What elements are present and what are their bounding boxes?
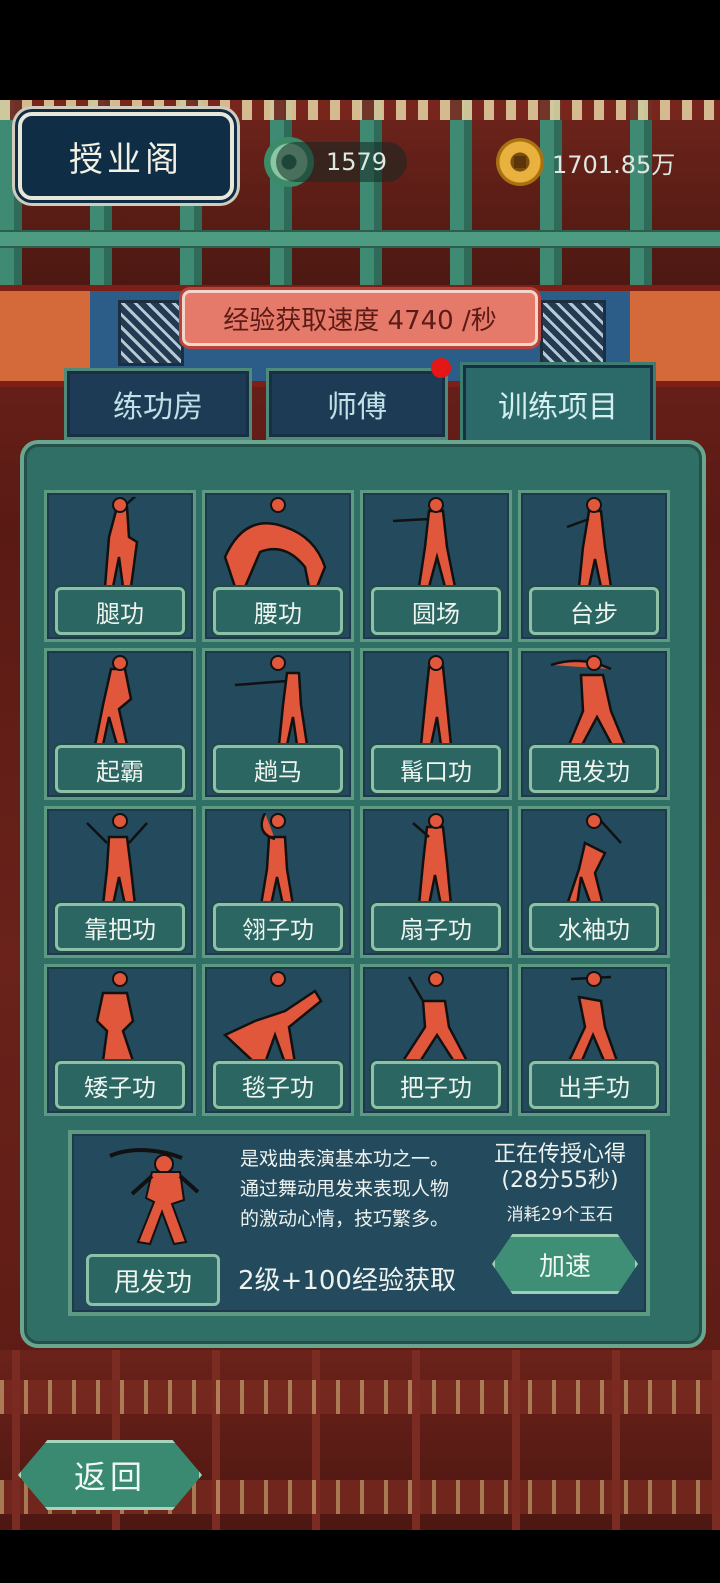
skill-card[interactable]: 趟马 xyxy=(202,648,354,800)
skill-label: 靠把功 xyxy=(55,903,185,951)
skill-card[interactable]: 甩发功 xyxy=(518,648,670,800)
skill-card[interactable]: 起霸 xyxy=(44,648,196,800)
skill-card[interactable]: 腰功 xyxy=(202,490,354,642)
skill-label: 腿功 xyxy=(55,587,185,635)
teaching-status: 正在传授心得 (28分55秒) xyxy=(480,1142,640,1194)
description-line: 是戏曲表演基本功之一。 xyxy=(240,1148,450,1170)
skill-card[interactable]: 圆场 xyxy=(360,490,512,642)
tab-master[interactable]: 师傅 xyxy=(266,368,448,440)
exp-rate-plaque: 经验获取速度 4740 /秒 xyxy=(182,290,538,346)
skill-label: 髯口功 xyxy=(371,745,501,793)
speed-up-cost: 消耗29个玉石 xyxy=(506,1205,614,1225)
detail-skill-name: 甩发功 xyxy=(86,1254,220,1306)
skill-label: 扇子功 xyxy=(371,903,501,951)
flag-armor-figure-icon xyxy=(86,813,148,907)
skill-label: 水袖功 xyxy=(529,903,659,951)
coin-icon xyxy=(496,138,544,186)
fan-figure-icon xyxy=(412,813,453,907)
teaching-timer: (28分55秒) xyxy=(501,1168,619,1193)
hair-swing-figure-icon xyxy=(109,1148,200,1246)
tab-training-room[interactable]: 练功房 xyxy=(64,368,252,440)
lattice-row xyxy=(0,1380,720,1414)
hair-swing-figure-icon xyxy=(550,655,627,749)
skill-label: 趟马 xyxy=(213,745,343,793)
water-sleeve-figure-icon xyxy=(565,813,622,907)
skill-card[interactable]: 台步 xyxy=(518,490,670,642)
coin-resource: 1701.85万 xyxy=(496,138,675,186)
skill-label: 台步 xyxy=(529,587,659,635)
skill-description: 是戏曲表演基本功之一。 通过舞动甩发来表现人物 的激动心情，技巧繁多。 xyxy=(240,1144,480,1234)
skill-label: 腰功 xyxy=(213,587,343,635)
skill-label: 圆场 xyxy=(371,587,501,635)
circle-walk-figure-icon xyxy=(392,497,457,589)
skill-detail: 甩发功 是戏曲表演基本功之一。 通过舞动甩发来表现人物 的激动心情，技巧繁多。 … xyxy=(68,1130,650,1316)
skill-label: 甩发功 xyxy=(529,745,659,793)
lattice-ornament-icon xyxy=(118,300,184,366)
spear-throw-figure-icon xyxy=(567,971,619,1065)
horse-whip-figure-icon xyxy=(234,655,309,747)
skill-label: 把子功 xyxy=(371,1061,501,1109)
beard-figure-icon xyxy=(419,655,453,747)
tumbling-figure-icon xyxy=(222,971,323,1065)
skill-label: 矮子功 xyxy=(55,1061,185,1109)
skill-card[interactable]: 髯口功 xyxy=(360,648,512,800)
skill-card[interactable]: 水袖功 xyxy=(518,806,670,958)
back-bend-figure-icon xyxy=(223,497,327,589)
description-line: 的激动心情，技巧繁多。 xyxy=(240,1208,450,1230)
skill-card[interactable]: 把子功 xyxy=(360,964,512,1116)
skill-card[interactable]: 扇子功 xyxy=(360,806,512,958)
jade-count: 1579 xyxy=(276,142,408,182)
skill-label: 毯子功 xyxy=(213,1061,343,1109)
coin-count: 1701.85万 xyxy=(552,150,676,179)
skill-label: 起霸 xyxy=(55,745,185,793)
skill-card[interactable]: 腿功 xyxy=(44,490,196,642)
pheasant-feather-figure-icon xyxy=(259,813,295,907)
speed-up-button[interactable]: 加速 xyxy=(492,1234,638,1294)
weapon-stance-figure-icon xyxy=(400,971,469,1065)
leg-kick-figure-icon xyxy=(103,497,139,589)
level-exp-bonus: 2级+100经验获取 xyxy=(238,1266,456,1296)
skill-card[interactable]: 毯子功 xyxy=(202,964,354,1116)
skill-card[interactable]: 靠把功 xyxy=(44,806,196,958)
back-button[interactable]: 返回 xyxy=(18,1440,202,1510)
skill-card[interactable]: 翎子功 xyxy=(202,806,354,958)
lattice-ornament-icon xyxy=(540,300,606,366)
stage-step-figure-icon xyxy=(566,497,613,589)
skill-card[interactable]: 出手功 xyxy=(518,964,670,1116)
balcony-rail xyxy=(0,230,720,248)
teaching-status-text: 正在传授心得 xyxy=(493,1142,626,1167)
squat-figure-icon xyxy=(95,971,135,1063)
qiba-figure-icon xyxy=(93,655,133,747)
page-title: 授业阁 xyxy=(18,112,234,200)
skill-label: 出手功 xyxy=(529,1061,659,1109)
game-scene: 授业阁 1579 1701.85万 经验获取速度 4740 /秒 练功房 师傅 … xyxy=(0,100,720,1530)
notification-dot xyxy=(431,358,451,378)
tab-training-items[interactable]: 训练项目 xyxy=(460,362,656,446)
skill-card[interactable]: 矮子功 xyxy=(44,964,196,1116)
skill-label: 翎子功 xyxy=(213,903,343,951)
description-line: 通过舞动甩发来表现人物 xyxy=(240,1178,450,1200)
jade-resource: 1579 xyxy=(264,137,408,187)
